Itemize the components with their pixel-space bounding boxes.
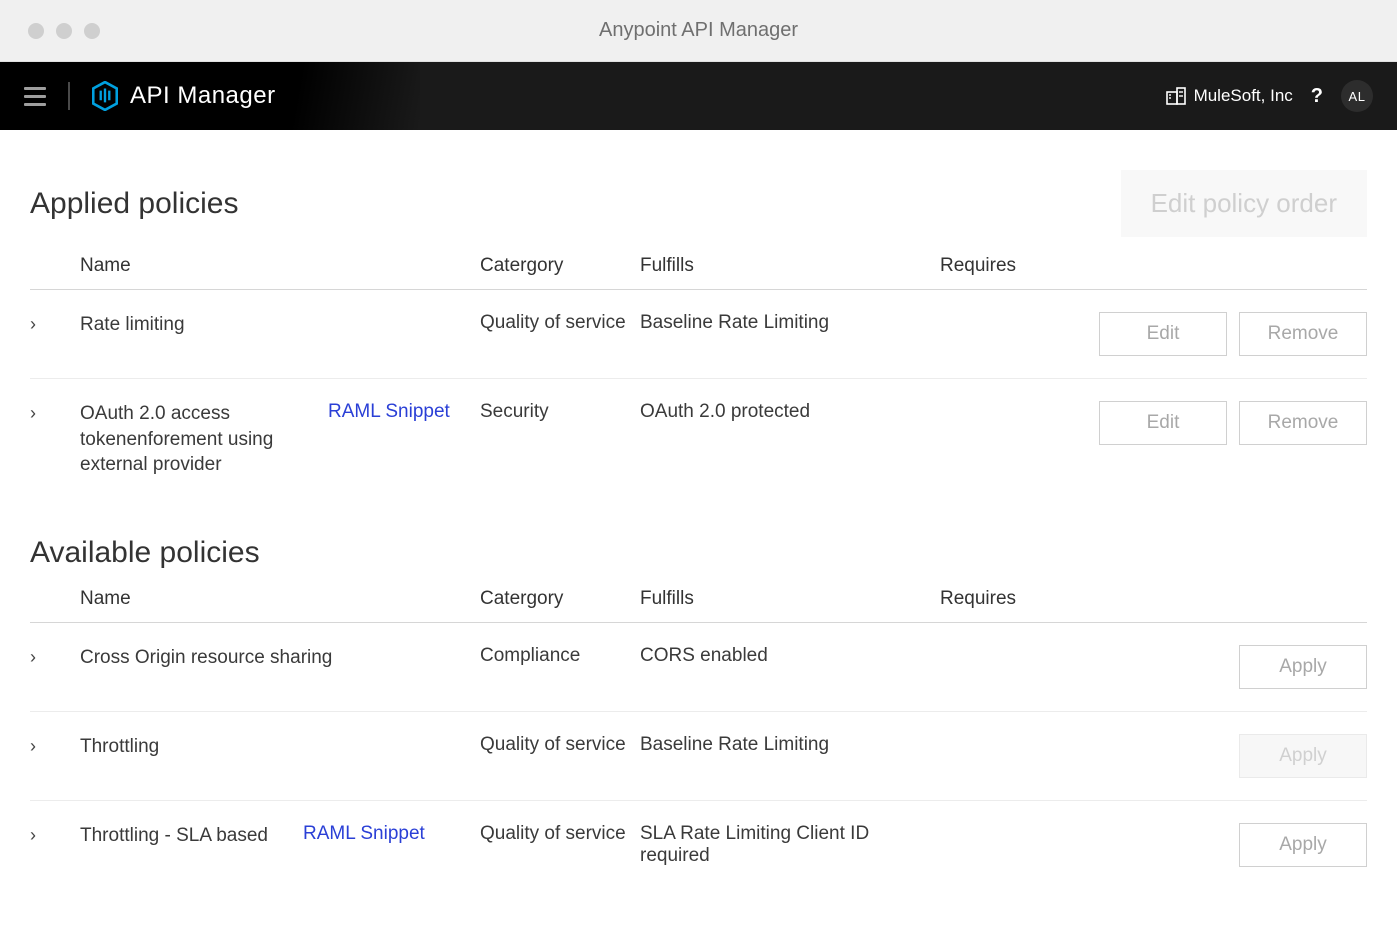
app-title: API Manager [130,82,276,110]
building-icon [1166,87,1186,105]
policy-category: Compliance [480,645,640,667]
table-row: › Rate limiting Quality of service Basel… [30,290,1367,379]
policy-fulfills: Baseline Rate Limiting [640,734,940,756]
table-row: › Cross Origin resource sharing Complian… [30,623,1367,712]
col-category: Catergory [480,255,640,277]
table-row: › Throttling Quality of service Baseline… [30,712,1367,801]
applied-table: Name Catergory Fulfills Requires › Rate … [30,255,1367,500]
applied-title: Applied policies [30,187,238,221]
available-title: Available policies [30,536,260,570]
edit-button[interactable]: Edit [1099,401,1227,445]
policy-category: Quality of service [480,734,640,756]
remove-button[interactable]: Remove [1239,401,1367,445]
traffic-lights [28,23,100,39]
available-table: Name Catergory Fulfills Requires › Cross… [30,588,1367,889]
chevron-right-icon[interactable]: › [30,312,80,335]
available-table-header: Name Catergory Fulfills Requires [30,588,1367,623]
col-requires: Requires [940,255,1060,277]
policy-name: Throttling [80,734,159,760]
policy-name: Rate limiting [80,312,320,338]
divider [68,82,70,110]
chevron-right-icon[interactable]: › [30,734,80,757]
raml-snippet-link[interactable]: RAML Snippet [303,823,425,845]
col-name: Name [80,255,480,277]
col-fulfills: Fulfills [640,255,940,277]
help-button[interactable]: ? [1311,85,1323,108]
apply-button: Apply [1239,734,1367,778]
col-requires: Requires [940,588,1060,610]
org-switcher[interactable]: MuleSoft, Inc [1166,86,1293,106]
table-row: › OAuth 2.0 access tokenenforement using… [30,379,1367,500]
policy-fulfills: SLA Rate Limiting Client ID required [640,823,940,867]
apply-button[interactable]: Apply [1239,645,1367,689]
policy-category: Security [480,401,640,423]
policy-name: Throttling - SLA based [80,823,295,849]
policy-category: Quality of service [480,823,640,845]
traffic-light-minimize[interactable] [56,23,72,39]
avatar[interactable]: AL [1341,80,1373,112]
col-name: Name [80,588,480,610]
traffic-light-zoom[interactable] [84,23,100,39]
raml-snippet-link[interactable]: RAML Snippet [328,401,450,423]
col-fulfills: Fulfills [640,588,940,610]
window-chrome: Anypoint API Manager [0,0,1397,62]
org-name: MuleSoft, Inc [1194,86,1293,106]
window-title: Anypoint API Manager [0,19,1397,42]
policy-category: Quality of service [480,312,640,334]
edit-policy-order-button[interactable]: Edit policy order [1121,170,1367,237]
applied-table-header: Name Catergory Fulfills Requires [30,255,1367,290]
edit-button[interactable]: Edit [1099,312,1227,356]
mulesoft-logo-icon [92,81,118,111]
apply-button[interactable]: Apply [1239,823,1367,867]
remove-button[interactable]: Remove [1239,312,1367,356]
policy-name: Cross Origin resource sharing [80,645,332,671]
avatar-initials: AL [1349,89,1366,104]
chevron-right-icon[interactable]: › [30,823,80,846]
policy-fulfills: OAuth 2.0 protected [640,401,940,423]
available-section-header: Available policies [30,536,1367,570]
policy-name: OAuth 2.0 access tokenenforement using e… [80,401,320,478]
hamburger-menu-icon[interactable] [24,87,46,106]
policy-fulfills: CORS enabled [640,645,940,667]
content: Applied policies Edit policy order Name … [0,130,1397,909]
chevron-right-icon[interactable]: › [30,645,80,668]
top-bar: API Manager MuleSoft, Inc ? AL [0,62,1397,130]
chevron-right-icon[interactable]: › [30,401,80,424]
col-category: Catergory [480,588,640,610]
table-row: › Throttling - SLA based RAML Snippet Qu… [30,801,1367,889]
applied-section-header: Applied policies Edit policy order [30,170,1367,237]
policy-fulfills: Baseline Rate Limiting [640,312,940,334]
traffic-light-close[interactable] [28,23,44,39]
